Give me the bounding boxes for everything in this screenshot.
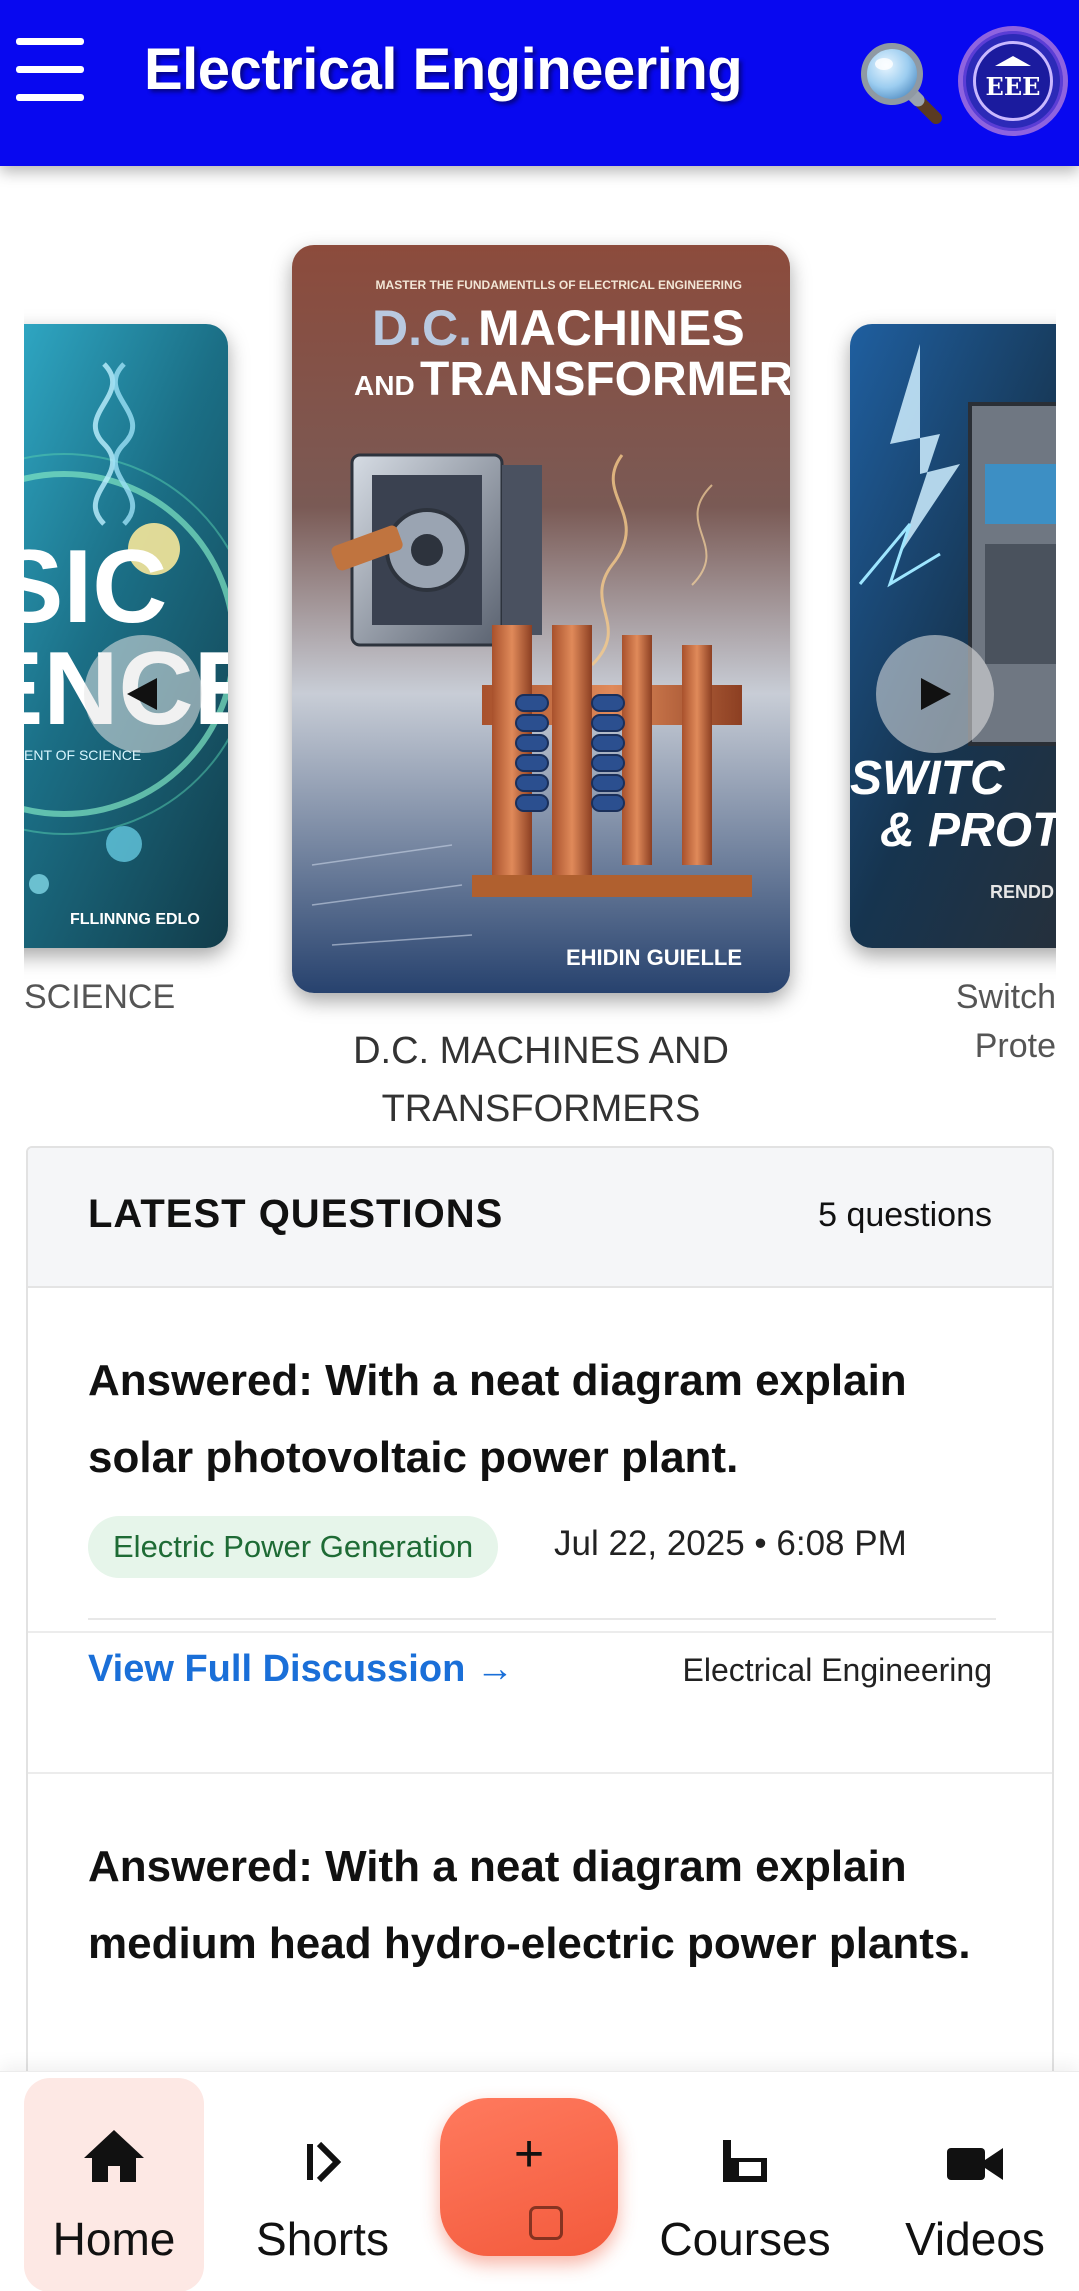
home-icon [84,2130,144,2182]
square-overlay-icon [529,2206,563,2240]
profile-badge-text: EEE [985,71,1041,101]
switch-cover-text-1: SWITC [850,752,1006,805]
plus-icon: + [513,2125,545,2183]
latest-questions-header: LATEST QUESTIONS 5 questions [28,1148,1052,1288]
shorts-icon [306,2141,341,2183]
play-right-icon [921,678,951,710]
dc-cover-title-transformers: TRANSFORMERS [420,353,790,406]
book-caption-science: SCIENCE [24,978,176,1016]
question-divider [88,1618,996,1620]
nav-courses[interactable]: Courses [645,2078,845,2291]
bottom-navigation-bar: Home Shorts + Courses Videos [0,2071,1079,2291]
book-caption-dc-machines: D.C. MACHINES AND TRANSFORMERS [353,1030,729,1130]
book-caption-switchgear-line2: Prote [974,1027,1056,1065]
book-carousel[interactable]: SIC ENCE ENT OF SCIENCE FLLINNNG EDLO [24,180,1056,1140]
search-icon[interactable] [858,40,944,126]
book-caption-switchgear-line1: Switch [955,978,1056,1016]
hamburger-menu-icon[interactable] [16,38,84,102]
question-title[interactable]: Answered: With a neat diagram explain me… [88,1828,1008,1982]
question-category-tag[interactable]: Electric Power Generation [88,1516,499,1578]
profile-avatar-button[interactable]: EEE [958,26,1068,136]
graduation-cap-logo-icon: EEE [973,41,1053,121]
carousel-next-button[interactable] [876,635,994,753]
book-cover-dc-machines[interactable]: MASTER THE FUNDAMENTLLS OF ELECTRICAL EN… [292,245,790,993]
dc-cover-title-and: AND [354,370,415,401]
carousel-prev-button[interactable] [84,635,202,753]
create-fab-button[interactable]: + [440,2098,618,2256]
top-app-bar: Electrical Engineering EEE [0,0,1079,166]
question-source: Electrical Engineering [682,1652,993,1688]
view-full-discussion-link[interactable]: View Full Discussion → [88,1648,514,1691]
question-title[interactable]: Answered: With a neat diagram explain so… [88,1342,1008,1496]
question-item[interactable]: Answered: With a neat diagram explain so… [28,1288,1052,1633]
switch-cover-text-2: & PROT [880,804,1056,857]
science-cover-author: FLLINNNG EDLO [70,911,200,928]
nav-videos-label: Videos [905,2213,1045,2265]
nav-videos[interactable]: Videos [880,2078,1070,2291]
switch-cover-author: RENDD [990,882,1054,902]
book-cover-switchgear[interactable]: SWITC & PROT RENDD [850,324,1056,948]
nav-shorts-label: Shorts [256,2213,389,2265]
latest-questions-title: LATEST QUESTIONS [88,1192,504,1236]
question-date: Jul 22, 2025 • 6:08 PM [554,1524,907,1563]
questions-count: 5 questions [818,1196,992,1234]
science-cover-text-1: SIC [24,529,167,645]
dc-cover-title-dc: D.C. [372,300,472,356]
book-cover-science[interactable]: SIC ENCE ENT OF SCIENCE FLLINNNG EDLO [24,324,228,948]
dc-cover-title-machines: MACHINES [478,300,745,356]
book-caption-switchgear: Switch Prote [956,973,1056,1071]
nav-home[interactable]: Home [24,2078,204,2291]
dc-cover-author: EHIDIN GUIELLE [566,945,742,970]
nav-courses-label: Courses [659,2213,831,2265]
app-screen: Electrical Engineering EEE SIC ENT OF SC… [0,0,1079,2291]
nav-home-label: Home [52,2213,176,2265]
app-title: Electrical Engineering [144,37,743,102]
nav-shorts[interactable]: Shorts [230,2078,415,2291]
video-camera-icon [947,2148,1003,2180]
courses-icon [723,2140,767,2182]
play-left-icon [127,678,157,710]
dc-cover-tagline: MASTER THE FUNDAMENTLLS OF ELECTRICAL EN… [376,278,742,292]
